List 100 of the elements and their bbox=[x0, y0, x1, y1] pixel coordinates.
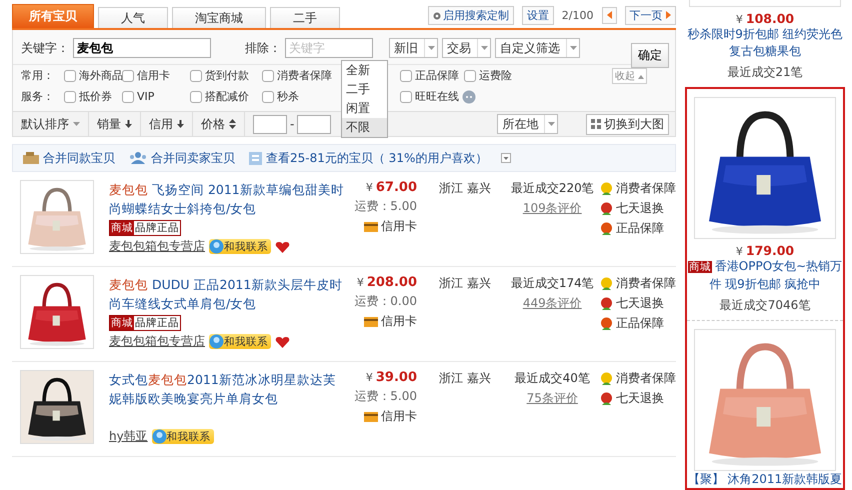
checkbox[interactable] bbox=[64, 90, 76, 102]
price: ¥ 108.00 bbox=[736, 11, 794, 26]
price: ¥ 67.00 bbox=[366, 180, 417, 195]
product-title[interactable]: 商城 香港OPPO女包~热销万件 现9折包邮 疯抢中 bbox=[687, 258, 843, 293]
checkbox-label: 海外商品 bbox=[79, 68, 123, 83]
chat-icon bbox=[152, 429, 167, 444]
checkbox-label: 正品保障 bbox=[415, 68, 459, 83]
box-icon bbox=[23, 152, 39, 164]
switch-view-button[interactable]: 切换到大图 bbox=[586, 114, 669, 134]
exclude-label: 排除： bbox=[245, 40, 281, 56]
reviews-link[interactable]: 109条评价 bbox=[522, 200, 582, 217]
checkbox[interactable] bbox=[262, 70, 274, 82]
reviews-link[interactable]: 449条评价 bbox=[522, 295, 582, 312]
tab[interactable]: 人气 bbox=[98, 7, 168, 28]
product-title[interactable]: 麦包包 DUDU 正品2011新款头层牛皮时尚车缝线女式单肩包/女包 bbox=[109, 275, 346, 313]
mall-badge: 商城 品牌正品 bbox=[109, 220, 181, 236]
confirm-button[interactable]: 确定 bbox=[631, 43, 669, 68]
shop-link[interactable]: 麦包包箱包专营店 bbox=[109, 238, 205, 255]
badge-icon bbox=[600, 222, 613, 236]
settings-button[interactable]: 设置 bbox=[522, 6, 554, 25]
checkbox[interactable] bbox=[400, 90, 412, 102]
tab[interactable]: 二手 bbox=[270, 7, 340, 28]
product-title[interactable]: 女式包麦包包2011新范冰冰明星款达芙妮韩版欧美晚宴亮片单肩女包 bbox=[109, 370, 346, 408]
shop-link[interactable]: 麦包包箱包专营店 bbox=[109, 333, 205, 350]
filter-link[interactable]: 查看25-81元的宝贝（ 31%的用户喜欢） bbox=[266, 150, 488, 166]
checkbox[interactable] bbox=[122, 70, 134, 82]
contact-button[interactable]: 和我联系 bbox=[209, 239, 271, 254]
checkbox[interactable] bbox=[190, 90, 202, 102]
filter-select[interactable]: 新旧 bbox=[389, 38, 438, 58]
recent-sales: 最近成交220笔 bbox=[510, 180, 594, 197]
caret-icon bbox=[428, 46, 434, 50]
badge-icon bbox=[600, 372, 613, 386]
menu-item[interactable]: 不限 bbox=[342, 118, 387, 137]
product-title[interactable]: 麦包包 飞扬空间 2011新款草编包甜美时尚蝴蝶结女士斜挎包/女包 bbox=[109, 180, 346, 218]
min-price-field[interactable] bbox=[253, 114, 287, 134]
sort-button[interactable]: 销量 bbox=[89, 112, 141, 136]
shipping-fee: 运费：5.00 bbox=[354, 198, 417, 215]
badge-icon bbox=[600, 202, 613, 216]
grid-icon bbox=[591, 119, 601, 129]
page-counter: 2/100 bbox=[562, 9, 594, 22]
range-dash: - bbox=[290, 117, 294, 131]
shop-link[interactable]: hy韩亚 bbox=[109, 428, 148, 445]
price: ¥ 208.00 bbox=[356, 275, 417, 290]
filter-select[interactable]: 自定义筛选 bbox=[495, 38, 580, 58]
badge-icon bbox=[600, 182, 613, 196]
previous-page-button[interactable] bbox=[602, 7, 616, 24]
checkbox-label: 旺旺在线 bbox=[415, 89, 459, 104]
shipping-fee: 运费：0.00 bbox=[354, 293, 417, 310]
sort-button[interactable]: 信用 bbox=[141, 112, 193, 136]
collapse-button[interactable]: 收起 bbox=[612, 68, 648, 84]
filter-link[interactable]: 合并同款宝贝 bbox=[43, 150, 115, 166]
contact-button[interactable]: 和我联系 bbox=[209, 334, 271, 349]
credit-card-icon bbox=[364, 316, 378, 326]
service-label: 七天退换 bbox=[616, 390, 664, 407]
product-title[interactable]: 秒杀限时9折包邮 纽约荧光色复古包糖果包 bbox=[682, 26, 848, 60]
payment-label: 信用卡 bbox=[381, 218, 417, 235]
credit-card-icon bbox=[364, 222, 378, 232]
chat-icon bbox=[209, 239, 224, 254]
checkbox-label: 抵价券 bbox=[79, 89, 112, 104]
menu-item[interactable]: 二手 bbox=[342, 80, 387, 99]
option-group-label: 服务： bbox=[21, 89, 55, 104]
sort-button[interactable]: 价格 bbox=[193, 112, 245, 136]
checkbox[interactable] bbox=[464, 70, 476, 82]
max-price-field[interactable] bbox=[297, 114, 332, 134]
service-label: 七天退换 bbox=[616, 295, 664, 312]
checkbox[interactable] bbox=[64, 70, 76, 82]
service-label: 消费者保障 bbox=[616, 370, 676, 387]
dropdown-icon[interactable] bbox=[501, 153, 512, 163]
sort-button[interactable]: 默认排序 bbox=[13, 112, 89, 136]
menu-item[interactable]: 闲置 bbox=[342, 99, 387, 118]
product-title[interactable]: 【聚】 沐角2011新款韩版夏 bbox=[688, 471, 842, 488]
filter-link[interactable]: 合并同卖家宝贝 bbox=[151, 150, 235, 166]
menu-item[interactable]: 全新 bbox=[342, 61, 387, 80]
exclude-field[interactable]: 关键字 bbox=[285, 38, 373, 58]
checkbox-label: 消费者保障 bbox=[277, 68, 332, 83]
keyword-field[interactable]: 麦包包 bbox=[73, 38, 211, 58]
reviews-link[interactable]: 75条评价 bbox=[526, 390, 578, 407]
payment-label: 信用卡 bbox=[381, 313, 417, 330]
checkbox[interactable] bbox=[262, 90, 274, 102]
checkbox[interactable] bbox=[122, 90, 134, 102]
location: 浙江 嘉兴 bbox=[439, 180, 492, 197]
contact-button[interactable]: 和我联系 bbox=[152, 429, 214, 444]
recent-sales: 最近成交21笔 bbox=[727, 64, 803, 81]
up-down-arrow-icon bbox=[229, 119, 236, 129]
location-select[interactable]: 所在地 bbox=[497, 114, 558, 134]
recent-sales: 最近成交40笔 bbox=[514, 370, 590, 387]
recent-sales: 最近成交7046笔 bbox=[720, 297, 810, 314]
down-arrow-icon bbox=[125, 120, 132, 128]
checkbox-label: 运费险 bbox=[479, 68, 512, 83]
down-arrow-icon bbox=[177, 120, 184, 128]
checkbox[interactable] bbox=[400, 70, 412, 82]
caret-icon bbox=[480, 46, 488, 50]
checkbox[interactable] bbox=[190, 70, 202, 82]
checkbox-label: 搭配减价 bbox=[205, 89, 249, 104]
customize-search-button[interactable]: 启用搜索定制 bbox=[428, 6, 514, 25]
filter-select[interactable]: 交易 bbox=[442, 38, 491, 58]
gear-icon bbox=[432, 12, 441, 20]
recent-sales: 最近成交174笔 bbox=[510, 275, 594, 292]
next-page-button[interactable]: 下一页 bbox=[624, 6, 676, 25]
tab[interactable]: 淘宝商城 bbox=[172, 7, 266, 28]
